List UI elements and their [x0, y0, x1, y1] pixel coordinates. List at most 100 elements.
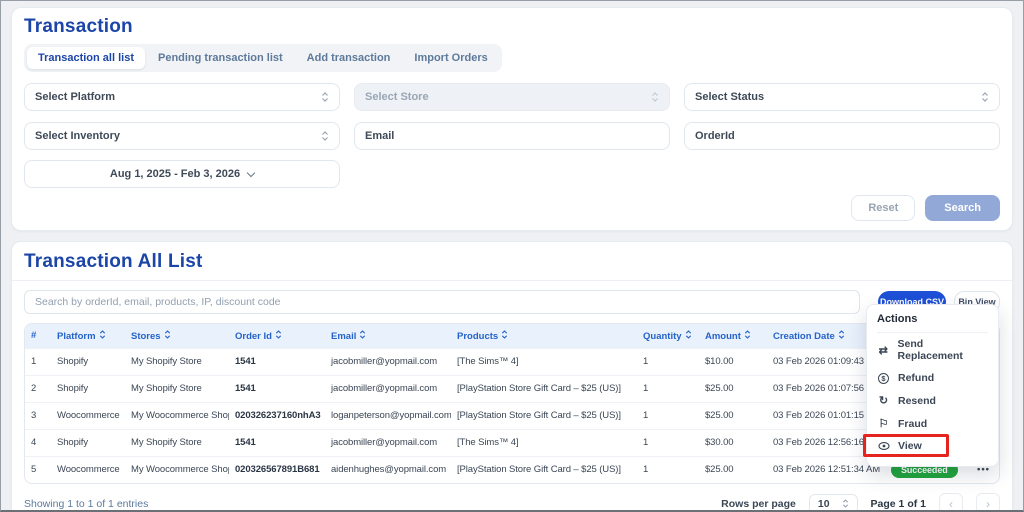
- search-button[interactable]: Search: [925, 195, 1000, 221]
- prev-page-button[interactable]: ‹: [939, 493, 963, 512]
- col-email[interactable]: Email: [325, 324, 451, 348]
- cell-quantity: 1: [637, 375, 699, 402]
- col-order-id[interactable]: Order Id: [229, 324, 325, 348]
- col-products[interactable]: Products: [451, 324, 637, 348]
- list-search-input[interactable]: [24, 290, 860, 314]
- rows-per-page-select[interactable]: 10: [809, 494, 858, 512]
- orderid-field[interactable]: [695, 130, 989, 142]
- cell-amount: $25.00: [699, 456, 767, 483]
- sort-icon[interactable]: [685, 329, 692, 340]
- entries-summary: Showing 1 to 1 of 1 entries: [24, 498, 148, 510]
- tab-transaction-all-list[interactable]: Transaction all list: [27, 47, 145, 69]
- cell-amount: $25.00: [699, 402, 767, 429]
- cell-products: [PlayStation Store Gift Card – $25 (US)]: [451, 375, 637, 402]
- cell-products: [The Sims™ 4]: [451, 429, 637, 456]
- col-index: #: [25, 324, 51, 348]
- table-header-row: # Platform Stores Order Id Email Product…: [25, 324, 1000, 348]
- sort-icon[interactable]: [838, 329, 845, 340]
- date-range-label: Aug 1, 2025 - Feb 3, 2026: [110, 168, 240, 180]
- col-stores[interactable]: Stores: [125, 324, 229, 348]
- sort-icon[interactable]: [99, 329, 106, 340]
- cell-quantity: 1: [637, 402, 699, 429]
- list-title: Transaction All List: [24, 251, 1000, 273]
- chevron-updown-icon: [842, 498, 849, 509]
- select-inventory[interactable]: Select Inventory: [24, 122, 340, 150]
- resend-icon: ↻: [877, 394, 890, 407]
- cell-order-id: 1541: [229, 348, 325, 375]
- sort-icon[interactable]: [164, 329, 171, 340]
- select-status-label: Select Status: [695, 91, 764, 103]
- refund-icon: $: [877, 373, 890, 384]
- rows-per-page-label: Rows per page: [721, 498, 796, 510]
- tab-add-transaction[interactable]: Add transaction: [296, 47, 402, 69]
- col-platform[interactable]: Platform: [51, 324, 125, 348]
- transaction-page: Transaction Transaction all list Pending…: [0, 0, 1024, 512]
- cell-platform: Shopify: [51, 429, 125, 456]
- cell-index: 2: [25, 375, 51, 402]
- sort-icon[interactable]: [359, 329, 366, 340]
- cell-products: [The Sims™ 4]: [451, 348, 637, 375]
- cell-platform: Woocommerce: [51, 402, 125, 429]
- sort-icon[interactable]: [275, 329, 282, 340]
- reset-button[interactable]: Reset: [851, 195, 915, 221]
- cell-products: [PlayStation Store Gift Card – $25 (US)]: [451, 402, 637, 429]
- table-row: 3 Woocommerce My Woocommerce Shop 020326…: [25, 402, 1000, 429]
- filter-buttons: Reset Search: [24, 195, 1000, 221]
- cell-email: loganpeterson@yopmail.com: [325, 402, 451, 429]
- transaction-table: # Platform Stores Order Id Email Product…: [24, 323, 1000, 484]
- cell-platform: Shopify: [51, 348, 125, 375]
- select-platform[interactable]: Select Platform: [24, 83, 340, 111]
- col-quantity[interactable]: Quantity: [637, 324, 699, 348]
- table-row: 5 Woocommerce My Woocommerce Shop 020326…: [25, 456, 1000, 483]
- cell-quantity: 1: [637, 456, 699, 483]
- eye-icon: [877, 441, 890, 451]
- menu-item-send-replacement[interactable]: ⇄ Send Replacement: [877, 333, 988, 367]
- pagination-controls: Rows per page 10 Page 1 of 1 ‹ ›: [721, 493, 1000, 512]
- date-row: Aug 1, 2025 - Feb 3, 2026: [24, 160, 1000, 188]
- cell-amount: $10.00: [699, 348, 767, 375]
- menu-item-fraud[interactable]: ⚐ Fraud: [877, 412, 988, 435]
- actions-menu-title: Actions: [877, 313, 988, 333]
- cell-email: aidenhughes@yopmail.com: [325, 456, 451, 483]
- menu-item-label: View: [898, 440, 922, 452]
- cell-amount: $30.00: [699, 429, 767, 456]
- menu-item-label: Send Replacement: [898, 338, 988, 362]
- cell-stores: My Shopify Store: [125, 348, 229, 375]
- cell-order-id: 020326237160nhA3: [229, 402, 325, 429]
- menu-item-label: Resend: [898, 395, 936, 407]
- transaction-filter-card: Transaction Transaction all list Pending…: [11, 7, 1013, 231]
- cell-stores: My Shopify Store: [125, 375, 229, 402]
- select-store-label: Select Store: [365, 91, 429, 103]
- chevron-updown-icon: [651, 91, 659, 103]
- cell-index: 5: [25, 456, 51, 483]
- page-title: Transaction: [24, 16, 1000, 38]
- col-amount[interactable]: Amount: [699, 324, 767, 348]
- cell-stores: My Shopify Store: [125, 429, 229, 456]
- select-status[interactable]: Select Status: [684, 83, 1000, 111]
- filter-grid: Select Platform Select Store Select Stat…: [24, 83, 1000, 150]
- select-inventory-label: Select Inventory: [35, 130, 120, 142]
- date-range-picker[interactable]: Aug 1, 2025 - Feb 3, 2026: [24, 160, 340, 188]
- select-platform-label: Select Platform: [35, 91, 115, 103]
- tab-import-orders[interactable]: Import Orders: [403, 47, 498, 69]
- actions-dropdown-menu: Actions ⇄ Send Replacement $ Refund ↻ Re…: [866, 304, 999, 467]
- cell-platform: Shopify: [51, 375, 125, 402]
- sort-icon[interactable]: [501, 329, 508, 340]
- email-field[interactable]: [365, 130, 659, 142]
- next-page-button[interactable]: ›: [976, 493, 1000, 512]
- tab-pending-transaction-list[interactable]: Pending transaction list: [147, 47, 294, 69]
- page-indicator: Page 1 of 1: [871, 498, 926, 510]
- table-row: 2 Shopify My Shopify Store 1541 jacobmil…: [25, 375, 1000, 402]
- menu-item-label: Refund: [898, 372, 934, 384]
- menu-item-resend[interactable]: ↻ Resend: [877, 389, 988, 412]
- menu-item-view[interactable]: View: [877, 435, 988, 457]
- cell-quantity: 1: [637, 429, 699, 456]
- table-row: 4 Shopify My Shopify Store 1541 jacobmil…: [25, 429, 1000, 456]
- rows-per-page-value: 10: [818, 498, 830, 510]
- menu-item-refund[interactable]: $ Refund: [877, 367, 988, 389]
- transaction-list-card: Transaction All List Download CSV Bin Vi…: [11, 241, 1013, 512]
- cell-index: 4: [25, 429, 51, 456]
- cell-email: jacobmiller@yopmail.com: [325, 348, 451, 375]
- sort-icon[interactable]: [744, 329, 751, 340]
- select-store: Select Store: [354, 83, 670, 111]
